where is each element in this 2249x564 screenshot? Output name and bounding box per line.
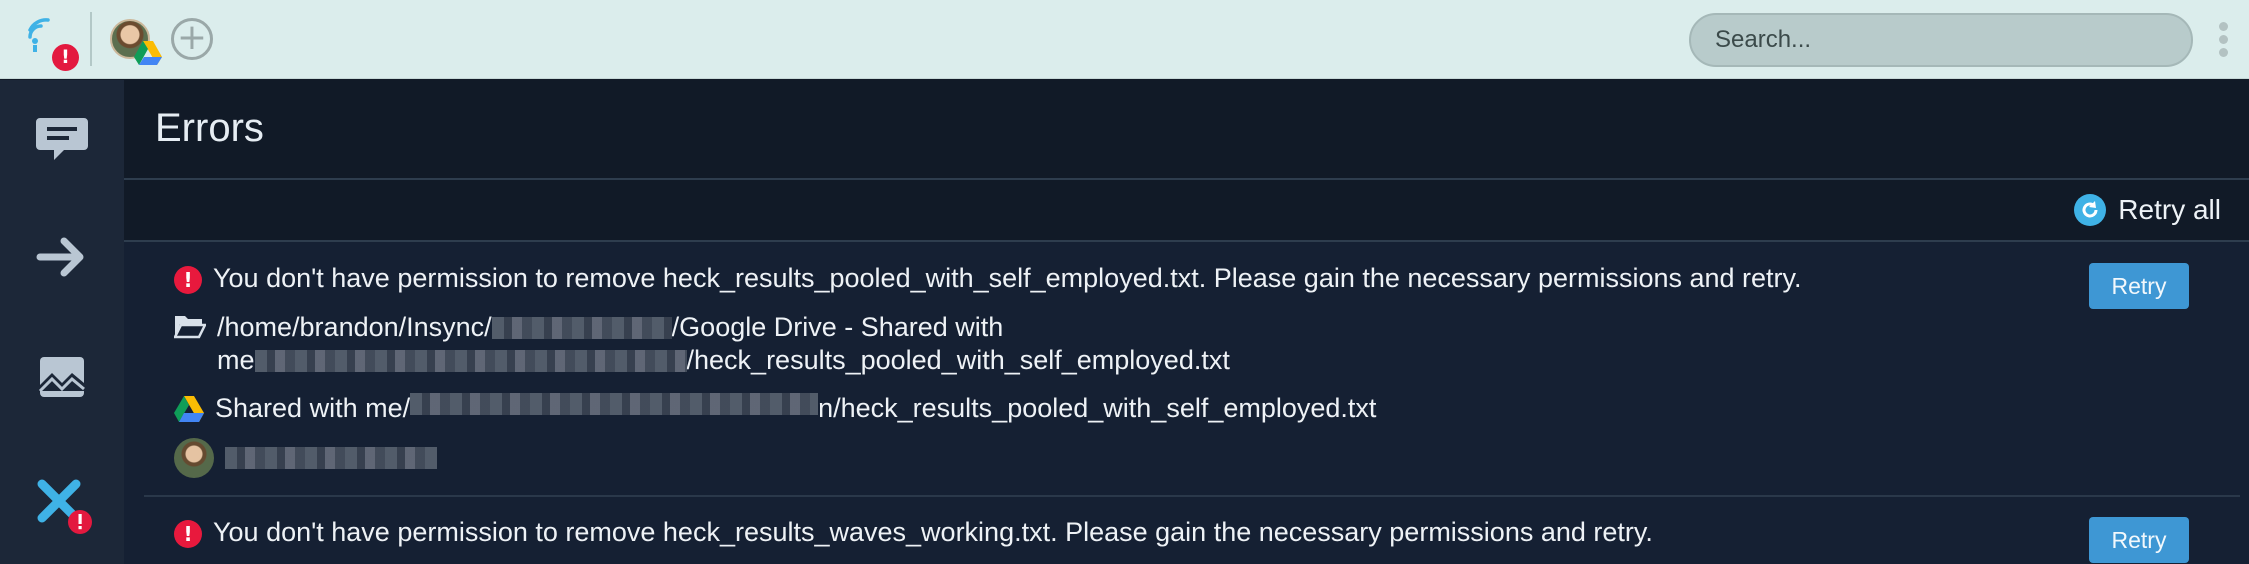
local-path-part: me	[217, 345, 255, 375]
error-message-row: ! You don't have permission to remove he…	[174, 263, 1802, 294]
retry-all-button[interactable]: Retry all	[2074, 190, 2221, 230]
local-path-part: /Google Drive - Shared with	[671, 312, 1004, 342]
retry-button[interactable]: Retry	[2089, 263, 2189, 309]
more-menu-icon[interactable]	[2217, 22, 2229, 60]
retry-button[interactable]: Retry	[2089, 517, 2189, 563]
error-icon: !	[174, 520, 202, 548]
redacted-text	[225, 447, 437, 469]
local-path-part: /heck_results_pooled_with_self_employed.…	[686, 345, 1230, 375]
divider	[90, 12, 92, 66]
sync-error-badge: !	[52, 44, 79, 71]
cloud-path-row: Shared with me/n/heck_results_pooled_wit…	[174, 393, 1376, 424]
local-path[interactable]: /home/brandon/Insync/ /Google Drive - Sha…	[217, 311, 1230, 377]
folder-open-icon	[174, 316, 206, 339]
google-drive-icon	[174, 396, 204, 422]
errors-panel: Errors Retry all ! You don't have permis…	[124, 80, 2249, 564]
top-bar: ! +	[0, 0, 2249, 79]
errors-x-icon[interactable]	[30, 472, 94, 536]
divider	[124, 178, 2249, 180]
user-avatar	[174, 438, 214, 478]
retry-all-label: Retry all	[2118, 194, 2221, 225]
redacted-text	[491, 317, 672, 339]
sync-status-icon[interactable]	[26, 18, 60, 52]
user-row	[174, 438, 437, 478]
image-icon[interactable]	[30, 345, 94, 409]
google-drive-icon	[134, 41, 162, 65]
error-icon: !	[174, 266, 202, 294]
redacted-text	[254, 350, 687, 372]
search-input[interactable]	[1689, 13, 2193, 67]
page-title: Errors	[155, 106, 264, 150]
local-path-part: /home/brandon/Insync/	[217, 312, 492, 342]
error-message: You don't have permission to remove heck…	[213, 517, 1653, 547]
cloud-path-part[interactable]: n/heck_results_pooled_with_self_employed…	[818, 393, 1376, 424]
chat-icon[interactable]	[30, 106, 94, 170]
error-message: You don't have permission to remove heck…	[213, 263, 1802, 293]
error-message-row: ! You don't have permission to remove he…	[174, 517, 1653, 548]
local-path-row: /home/brandon/Insync/ /Google Drive - Sha…	[174, 311, 1230, 377]
arrow-right-icon[interactable]	[30, 225, 94, 289]
retry-icon	[2074, 194, 2107, 226]
add-account-icon[interactable]: +	[171, 18, 213, 60]
cloud-path-part[interactable]: Shared with me/	[215, 393, 410, 424]
sidebar	[0, 80, 124, 564]
divider	[144, 495, 2240, 497]
redacted-text	[410, 393, 819, 415]
